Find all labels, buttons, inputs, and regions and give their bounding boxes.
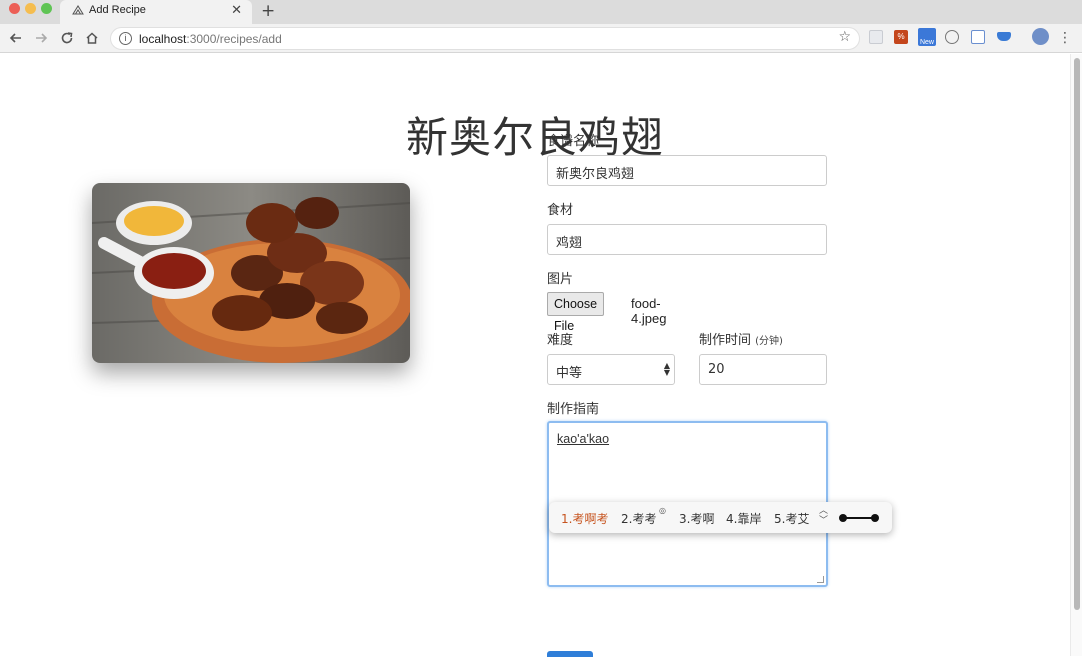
selected-file-name: food-4.jpeg [631, 296, 667, 326]
ime-candidate[interactable]: 5.考艾 [774, 510, 809, 527]
chicken-wings-image [92, 183, 410, 363]
cook-time-input[interactable]: 20 [699, 354, 827, 385]
browser-toolbar: i localhost:3000/recipes/add ☆ % New ⋮ [0, 24, 1082, 53]
choose-file-button[interactable]: Choose File [547, 292, 605, 333]
ext-globe-icon[interactable] [945, 30, 959, 44]
browser-menu-icon[interactable]: ⋮ [1055, 28, 1075, 48]
recipe-name-input[interactable]: 新奥尔良鸡翅 [547, 155, 827, 186]
difficulty-select[interactable]: 中等 ▲ ▼ [547, 354, 675, 385]
ime-slider-end [871, 514, 879, 522]
home-icon [86, 32, 98, 44]
difficulty-selected-value: 中等 [556, 366, 583, 381]
ime-eye-icon: ◎ [659, 506, 666, 515]
ext-doc-icon[interactable] [971, 30, 985, 44]
cook-time-unit: (分钟) [755, 336, 783, 347]
zoom-window-button[interactable] [41, 3, 52, 14]
recipe-photo [92, 183, 410, 363]
new-tab-button[interactable]: + [261, 1, 275, 21]
submit-button[interactable] [547, 651, 593, 657]
page-title: 新奥尔良鸡翅 [405, 113, 664, 162]
browser-tabstrip: Add Recipe ✕ + [0, 0, 1082, 24]
vertical-scrollbar[interactable] [1070, 54, 1082, 656]
select-updown-icon: ▲ ▼ [663, 361, 670, 377]
profile-avatar-icon[interactable] [1032, 28, 1049, 45]
address-bar[interactable]: i localhost:3000/recipes/add ☆ [110, 27, 860, 50]
ext-grid-icon[interactable] [869, 30, 883, 44]
ext-percent-icon[interactable]: % [894, 30, 908, 44]
info-icon[interactable]: i [119, 32, 132, 45]
browser-tab[interactable]: Add Recipe ✕ [60, 0, 252, 24]
ime-slider-icon[interactable] [839, 514, 879, 522]
reload-button[interactable] [57, 28, 77, 48]
ime-page-arrows-icon[interactable]: ︿ ﹀ [819, 506, 828, 526]
recipe-name-label: 食谱名称 [547, 134, 600, 149]
scrollbar-thumb[interactable] [1074, 58, 1080, 610]
ime-candidate[interactable]: 3.考啊 [679, 510, 714, 527]
ingredients-label: 食材 [547, 203, 574, 218]
minimize-window-button[interactable] [25, 3, 36, 14]
home-button[interactable] [82, 28, 102, 48]
image-label: 图片 [547, 272, 574, 287]
ime-slider-start [839, 514, 847, 522]
ingredients-input[interactable]: 鸡翅 [547, 224, 827, 255]
ext-new-badge: New [919, 39, 934, 46]
reload-icon [61, 32, 73, 44]
ime-candidate[interactable]: 4.靠岸 [726, 510, 761, 527]
ext-cap-icon[interactable] [997, 32, 1011, 41]
cook-time-label: 制作时间 (分钟) [699, 333, 783, 348]
difficulty-label: 难度 [547, 333, 574, 348]
instructions-label: 制作指南 [547, 402, 600, 417]
url-text: localhost:3000/recipes/add [139, 32, 282, 46]
close-window-button[interactable] [9, 3, 20, 14]
bookmark-star-icon[interactable]: ☆ [838, 29, 851, 45]
forward-button[interactable] [31, 28, 51, 48]
back-button[interactable] [6, 28, 26, 48]
instructions-composing-text: kao'a'kao [557, 432, 610, 446]
ext-new-icon[interactable]: New [918, 28, 936, 46]
react-logo-icon [72, 5, 84, 15]
back-arrow-icon [9, 33, 21, 43]
resize-handle-icon[interactable] [817, 576, 824, 583]
ime-candidate[interactable]: 2.考考 [621, 510, 656, 527]
ime-candidate[interactable]: 1.考啊考 [561, 510, 608, 527]
ime-candidate-bar: 1.考啊考 2.考考 ◎ 3.考啊 4.靠岸 5.考艾 ︿ ﹀ [549, 502, 892, 533]
tab-close-icon[interactable]: ✕ [231, 3, 242, 18]
tab-title: Add Recipe [89, 4, 146, 16]
forward-arrow-icon [36, 33, 48, 43]
